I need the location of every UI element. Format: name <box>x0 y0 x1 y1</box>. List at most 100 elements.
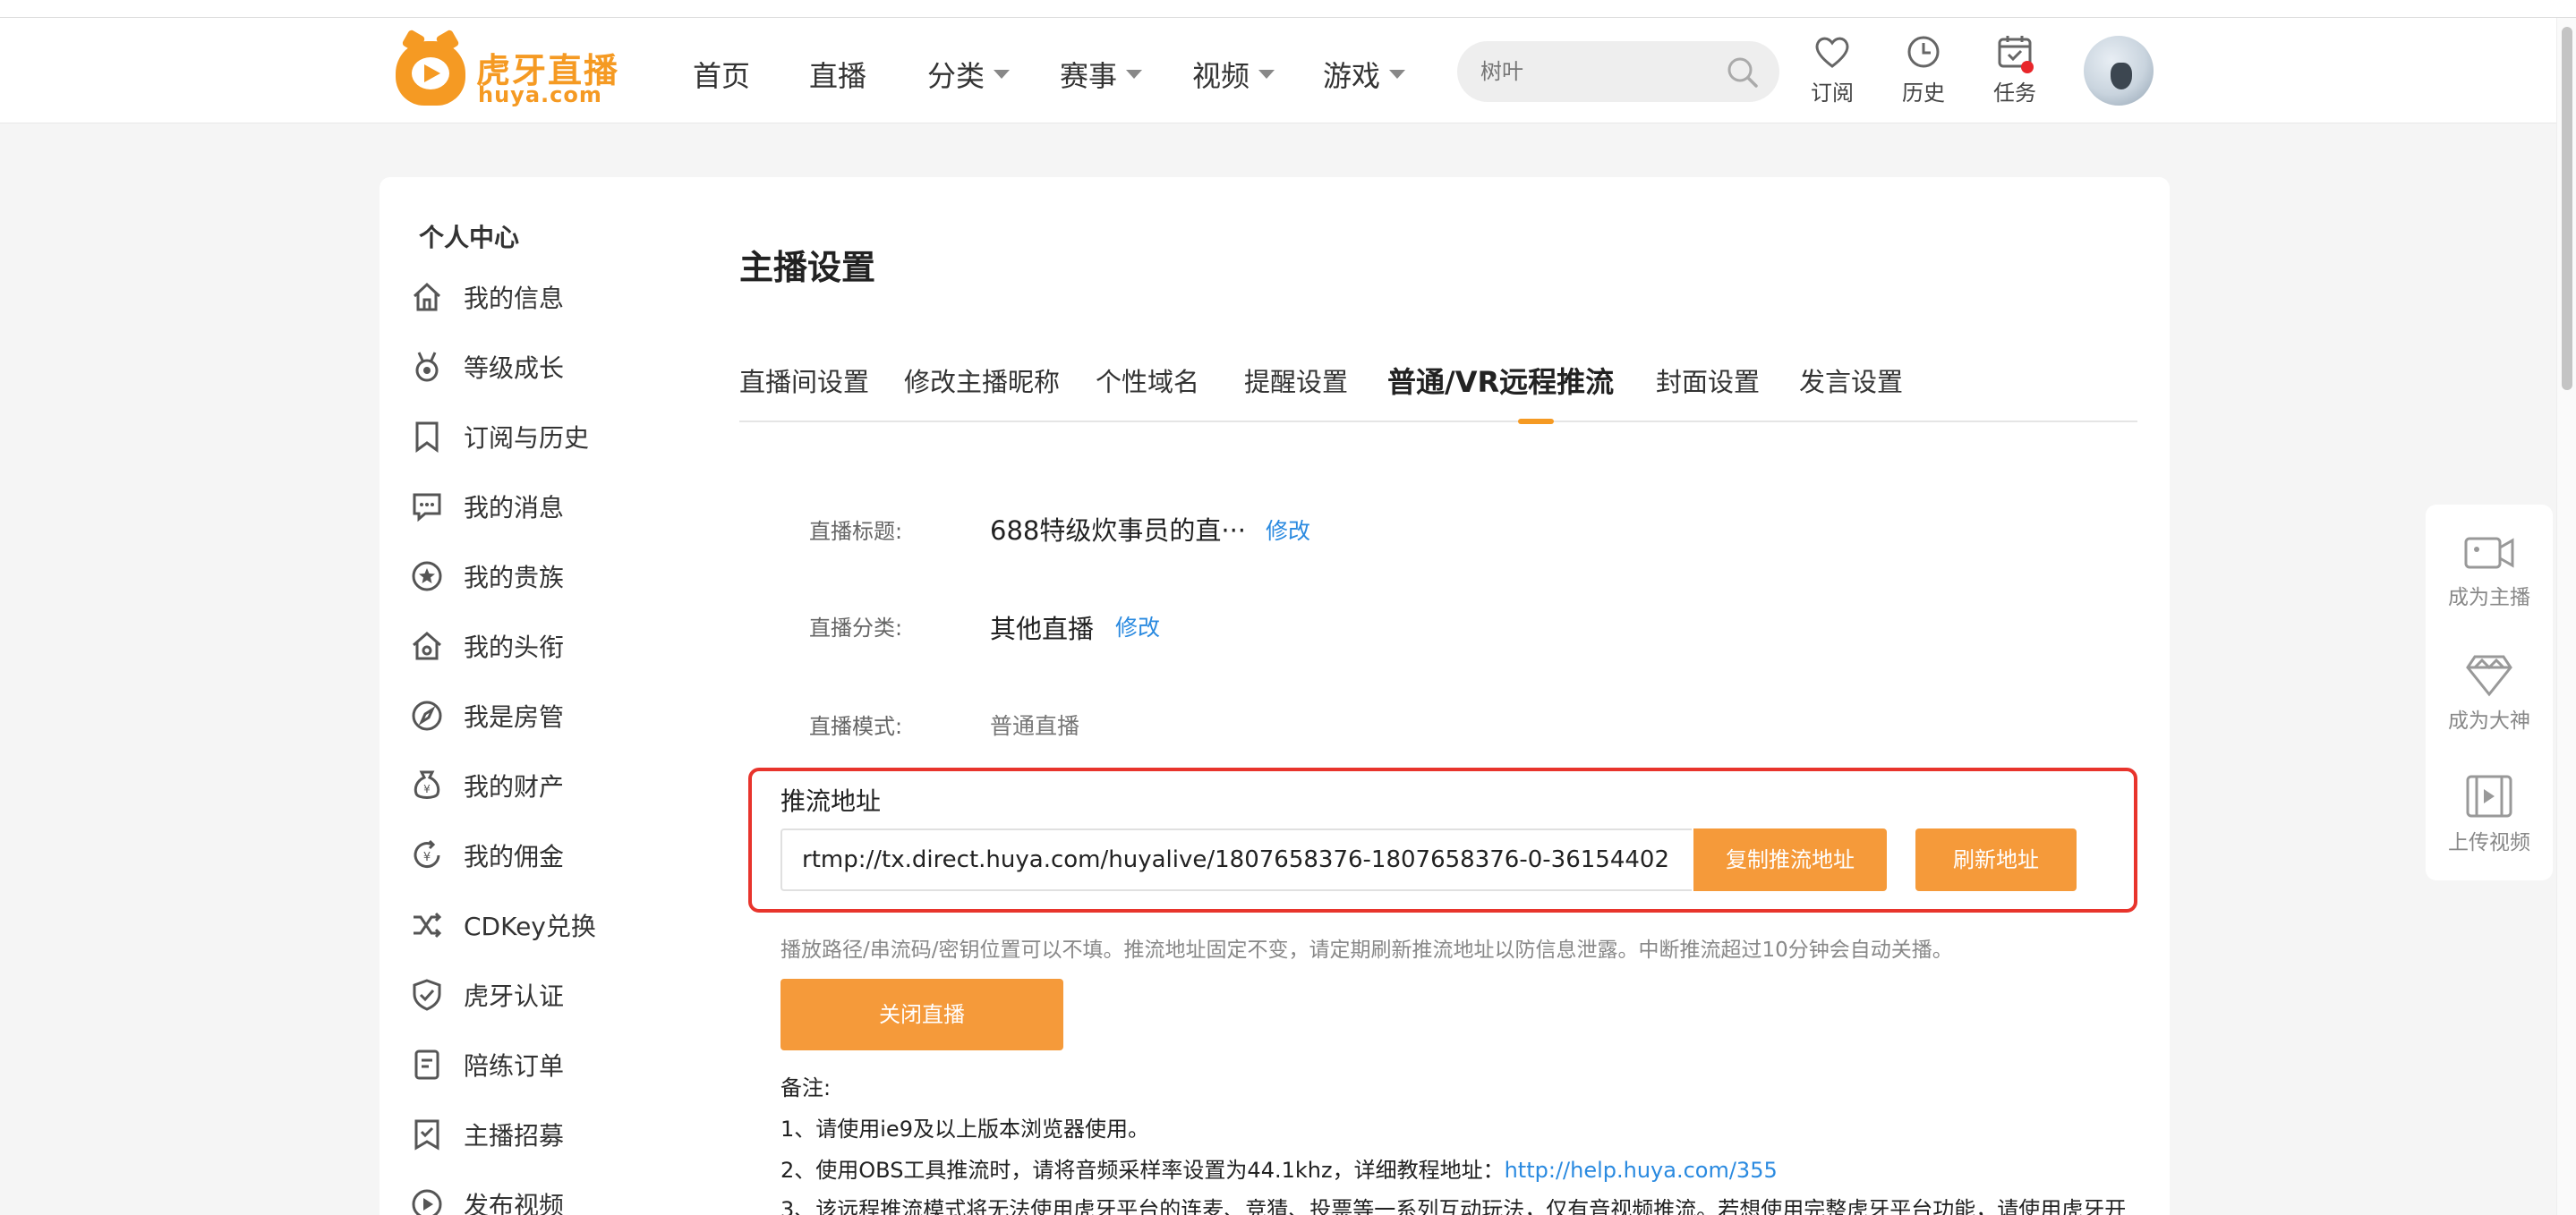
floating-action-panel: 成为主播 成为大神 上传视频 <box>2426 505 2553 880</box>
history-label: 历史 <box>1902 81 1945 106</box>
edit-category-link[interactable]: 修改 <box>1115 610 1160 642</box>
logo-domain: huya.com <box>478 82 602 107</box>
tab-custom-domain[interactable]: 个性域名 <box>1096 361 1199 399</box>
sidebar-item-label: 等级成长 <box>464 353 565 383</box>
tab-rename[interactable]: 修改主播昵称 <box>904 361 1060 399</box>
compass-icon <box>412 701 442 731</box>
sidebar-item-orders[interactable]: 陪练订单 <box>410 1043 564 1086</box>
become-master-button[interactable]: 成为大神 <box>2426 651 2553 734</box>
sidebar-item-messages[interactable]: 我的消息 <box>410 485 564 528</box>
scrollbar-thumb[interactable] <box>2562 27 2572 390</box>
sidebar-item-level[interactable]: 等级成长 <box>410 345 564 388</box>
tab-chat-settings[interactable]: 发言设置 <box>1799 361 1903 399</box>
nav-live[interactable]: 直播 <box>809 54 866 95</box>
nav-category[interactable]: 分类 <box>927 54 1011 95</box>
chevron-down-icon <box>1258 70 1275 79</box>
browser-top-edge <box>0 0 2576 18</box>
chevron-down-icon <box>1389 70 1406 79</box>
sidebar-item-commission[interactable]: ¥ 我的佣金 <box>410 834 564 877</box>
tasks-label: 任务 <box>1993 81 2036 106</box>
sidebar-item-label: 陪练订单 <box>464 1051 565 1081</box>
money-bag-icon: ¥ <box>414 770 440 799</box>
subscribe-label: 订阅 <box>1811 81 1854 106</box>
push-url-field[interactable]: rtmp://tx.direct.huya.com/huyalive/18076… <box>780 828 1692 891</box>
search-icon[interactable] <box>1726 55 1760 89</box>
shuffle-icon <box>414 912 442 939</box>
note-item: 3、该远程推流模式将无法使用虎牙平台的连麦、竞猜、投票等一系列互动玩法，仅有音视… <box>780 1197 2127 1215</box>
stream-mode-label: 直播模式: <box>809 714 903 739</box>
huya-logo-icon <box>396 41 465 106</box>
tab-reminder[interactable]: 提醒设置 <box>1244 361 1348 399</box>
order-icon <box>414 1049 439 1080</box>
sidebar-item-label: 我的头衔 <box>464 633 565 662</box>
page-scrollbar[interactable] <box>2556 18 2576 1215</box>
site-header: 虎牙直播 huya.com 首页 直播 分类 赛事 视频 游戏 订阅 历史 <box>0 18 2576 123</box>
star-circle-icon <box>412 561 442 591</box>
nav-games[interactable]: 游戏 <box>1323 54 1406 95</box>
stream-title-value: 688特级炊事员的直··· <box>990 515 1247 546</box>
sidebar-item-label: 主播招募 <box>464 1121 565 1151</box>
sidebar-item-label: 我的佣金 <box>464 842 565 871</box>
upload-video-button[interactable]: 上传视频 <box>2426 773 2553 855</box>
film-icon <box>2466 775 2512 818</box>
note-item: 2、使用OBS工具推流时，请将音频采样率设置为44.1khz，详细教程地址：ht… <box>780 1158 1778 1183</box>
subscribe-button[interactable]: 订阅 <box>1801 34 1864 109</box>
sidebar-item-subscriptions[interactable]: 订阅与历史 <box>410 415 589 458</box>
svg-text:¥: ¥ <box>423 851 431 864</box>
edit-title-link[interactable]: 修改 <box>1266 514 1310 546</box>
avatar[interactable] <box>2084 36 2154 106</box>
tab-cover[interactable]: 封面设置 <box>1656 361 1760 399</box>
home-icon <box>413 282 441 311</box>
sidebar-item-label: 我的贵族 <box>464 563 565 592</box>
float-label: 上传视频 <box>2448 831 2530 854</box>
close-live-button[interactable]: 关闭直播 <box>780 979 1063 1050</box>
float-label: 成为大神 <box>2448 709 2530 733</box>
sidebar-item-my-info[interactable]: 我的信息 <box>410 276 564 319</box>
stream-mode-value: 普通直播 <box>990 713 1080 739</box>
copy-push-url-button[interactable]: 复制推流地址 <box>1693 828 1887 891</box>
house-badge-icon <box>413 632 441 660</box>
sidebar-item-verification[interactable]: 虎牙认证 <box>410 973 564 1016</box>
sidebar-item-room-admin[interactable]: 我是房管 <box>410 694 564 737</box>
message-icon <box>413 493 441 523</box>
sidebar-item-property[interactable]: ¥ 我的财产 <box>410 764 564 807</box>
notes-title: 备注: <box>780 1075 832 1100</box>
flag-icon <box>414 1119 439 1151</box>
sidebar-item-noble[interactable]: 我的贵族 <box>410 555 564 598</box>
settings-tabs: 直播间设置 修改主播昵称 个性域名 提醒设置 普通/VR远程推流 封面设置 发言… <box>739 360 2137 424</box>
tab-remote-push[interactable]: 普通/VR远程推流 <box>1387 360 1614 401</box>
nav-home[interactable]: 首页 <box>693 54 750 95</box>
sidebar-item-label: 我是房管 <box>464 702 565 732</box>
refresh-url-button[interactable]: 刷新地址 <box>1915 828 2077 891</box>
sidebar-item-label: 我的财产 <box>464 772 565 802</box>
push-url-title: 推流地址 <box>780 786 882 816</box>
medal-icon <box>415 352 439 382</box>
chevron-down-icon <box>994 70 1011 79</box>
search-input[interactable] <box>1480 41 1713 102</box>
active-tab-indicator <box>1518 419 1554 424</box>
sidebar-item-label: 我的信息 <box>464 284 565 313</box>
stream-category-value: 其他直播 <box>990 614 1095 644</box>
search-box <box>1457 41 1779 102</box>
tasks-button[interactable]: 任务 <box>1983 34 2046 109</box>
sidebar-item-cdkey[interactable]: CDKey兑换 <box>410 904 596 947</box>
sidebar-item-label: 我的消息 <box>464 493 565 523</box>
camera-icon <box>2464 537 2514 569</box>
nav-events[interactable]: 赛事 <box>1060 54 1143 95</box>
help-link[interactable]: http://help.huya.com/355 <box>1505 1158 1778 1183</box>
tab-room-settings[interactable]: 直播间设置 <box>739 361 869 399</box>
sidebar-item-publish-video[interactable]: 发布视频 <box>410 1183 564 1215</box>
stream-category-label: 直播分类: <box>809 616 903 641</box>
push-hint-text: 播放路径/串流码/密钥位置可以不填。推流地址固定不变，请定期刷新推流地址以防信息… <box>780 939 1953 962</box>
become-streamer-button[interactable]: 成为主播 <box>2426 531 2553 610</box>
huya-logo[interactable]: 虎牙直播 huya.com <box>396 38 619 109</box>
shield-check-icon <box>413 979 441 1011</box>
history-button[interactable]: 历史 <box>1892 34 1955 109</box>
sidebar-item-label: 虎牙认证 <box>464 981 565 1011</box>
nav-video[interactable]: 视频 <box>1192 54 1275 95</box>
sidebar-item-titles[interactable]: 我的头衔 <box>410 624 564 667</box>
sidebar-item-recruit[interactable]: 主播招募 <box>410 1113 564 1156</box>
page-title: 主播设置 <box>739 248 876 287</box>
diamond-icon <box>2466 655 2512 697</box>
coin-refresh-icon: ¥ <box>414 839 440 869</box>
